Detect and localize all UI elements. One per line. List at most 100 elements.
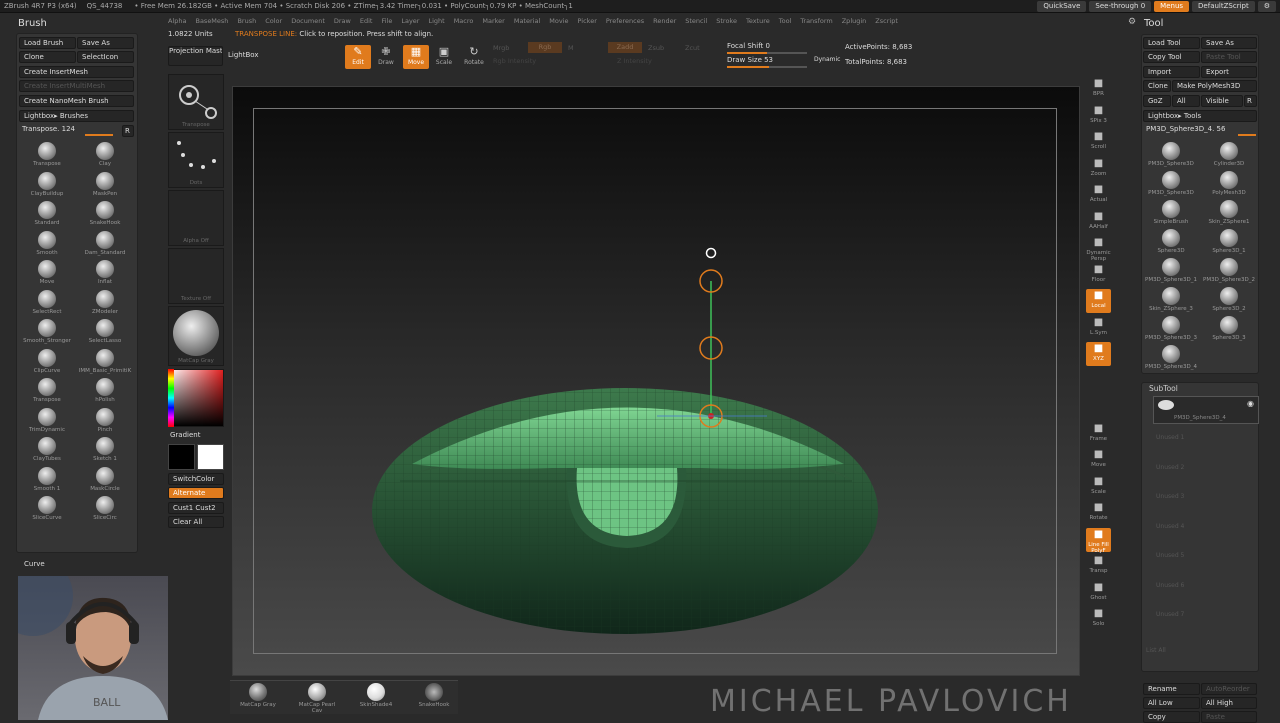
shelf-rotate-button[interactable]: ■ Rotate <box>1086 501 1111 525</box>
tool-pm3d-sphere3d-3[interactable]: PM3D_Sphere3D_3 <box>1144 316 1198 344</box>
tool-pm3d-sphere3d-2[interactable]: PM3D_Sphere3D_2 <box>1202 258 1256 286</box>
subtool-slot-2[interactable]: Unused 2 <box>1156 464 1184 471</box>
menu-item-alpha[interactable]: Alpha <box>168 17 186 25</box>
tool-sphere3d-1[interactable]: Sphere3D_1 <box>1202 229 1256 257</box>
subtool-slot-5[interactable]: Unused 5 <box>1156 552 1184 559</box>
menu-item-marker[interactable]: Marker <box>482 17 504 25</box>
sculpt-canvas[interactable] <box>232 86 1080 676</box>
brush-move[interactable]: Move <box>20 260 74 288</box>
transpose-brush-tile[interactable]: Transpose <box>168 74 224 130</box>
create-insertmultimesh-button[interactable]: Create InsertMultiMesh <box>19 80 134 92</box>
import-button[interactable]: Import <box>1143 66 1200 78</box>
menu-item-layer[interactable]: Layer <box>401 17 419 25</box>
z-intensity-slider[interactable]: Z Intensity <box>617 57 652 65</box>
menu-item-zplugin[interactable]: Zplugin <box>842 17 867 25</box>
rgb-button[interactable]: Rgb <box>528 42 562 53</box>
menu-item-brush[interactable]: Brush <box>237 17 256 25</box>
transpose-end-point[interactable] <box>705 247 717 259</box>
list-all-button[interactable]: List All <box>1146 647 1166 654</box>
brush-maskcircle[interactable]: MaskCircle <box>78 466 132 495</box>
clone-button[interactable]: Clone <box>19 51 76 63</box>
active-subtool-row[interactable]: PM3D_Sphere3D_4 ◉ <box>1153 396 1259 424</box>
focal-shift-slider[interactable]: Focal Shift 0 <box>727 42 770 50</box>
shelf-move-button[interactable]: ■ Move <box>1086 448 1111 472</box>
menu-item-zscript[interactable]: Zscript <box>875 17 898 25</box>
brush-transpose[interactable]: Transpose <box>20 142 74 170</box>
shelf-floor-button[interactable]: ■ Floor <box>1086 263 1111 287</box>
menu-item-movie[interactable]: Movie <box>549 17 568 25</box>
subtool-slot-7[interactable]: Unused 7 <box>1156 611 1184 618</box>
shelf-l-sym-button[interactable]: ■ L.Sym <box>1086 316 1111 340</box>
load-tool-button[interactable]: Load Tool <box>1143 37 1200 49</box>
snakehook-brush[interactable]: SnakeHook <box>414 683 454 708</box>
create-insertmesh-button[interactable]: Create InsertMesh <box>19 66 134 78</box>
export-button[interactable]: Export <box>1201 66 1257 78</box>
shelf-scale-button[interactable]: ■ Scale <box>1086 475 1111 499</box>
shelf-spix-3-button[interactable]: ■ SPix 3 <box>1086 104 1111 128</box>
brush-maskpen[interactable]: MaskPen <box>78 171 132 200</box>
brush-sketch-1[interactable]: Sketch 1 <box>78 437 132 465</box>
brush-smooth-stronger[interactable]: Smooth_Stronger <box>20 319 74 347</box>
menu-item-stencil[interactable]: Stencil <box>685 17 707 25</box>
r-button[interactable]: R <box>122 125 134 137</box>
projection-master-button[interactable]: Projection Master <box>168 46 223 66</box>
menu-item-render[interactable]: Render <box>653 17 676 25</box>
clear-all-button[interactable]: Clear All <box>168 516 224 528</box>
brush-selectrect[interactable]: SelectRect <box>20 289 74 318</box>
menu-item-file[interactable]: File <box>381 17 392 25</box>
subtool-slot-3[interactable]: Unused 3 <box>1156 493 1184 500</box>
lightbox-brushes-button[interactable]: Lightbox▸ Brushes <box>19 110 134 122</box>
focal-shift-track[interactable] <box>727 52 807 54</box>
m-button[interactable]: M <box>568 44 574 52</box>
switchcolor-button[interactable]: SwitchColor <box>168 473 224 485</box>
select-icon-button[interactable]: SelectIcon <box>77 51 134 63</box>
skinshade-material[interactable]: SkinShade4 <box>356 683 396 708</box>
color-picker[interactable] <box>168 369 224 427</box>
shelf-frame-button[interactable]: ■ Frame <box>1086 422 1111 446</box>
texture-off-tile[interactable]: Texture Off <box>168 248 224 304</box>
dynamic-button[interactable]: Dynamic <box>814 56 840 63</box>
brush-slicecirc[interactable]: SliceCirc <box>78 496 132 524</box>
tool-pm3d-sphere3d[interactable]: PM3D_Sphere3D <box>1144 171 1198 199</box>
shelf-ghost-button[interactable]: ■ Ghost <box>1086 581 1111 605</box>
menu-item-stroke[interactable]: Stroke <box>716 17 737 25</box>
menu-item-tool[interactable]: Tool <box>779 17 792 25</box>
subtool-title[interactable]: SubTool <box>1149 384 1178 393</box>
create-nanomesh-button[interactable]: Create NanoMesh Brush <box>19 95 134 107</box>
subtool-slot-4[interactable]: Unused 4 <box>1156 523 1184 530</box>
mesh-model[interactable] <box>372 388 878 634</box>
draw-size-slider[interactable]: Draw Size 53 <box>727 56 773 64</box>
matcap-gray-material[interactable]: MatCap Gray <box>238 683 278 708</box>
brush-slider-bar[interactable] <box>85 134 113 136</box>
draw-button[interactable]: ✙ Draw <box>373 45 399 69</box>
tool-slider-bar[interactable] <box>1238 134 1256 136</box>
zcut-button[interactable]: Zcut <box>685 44 700 52</box>
brush-smooth[interactable]: Smooth <box>20 230 74 259</box>
all-low-button[interactable]: All Low <box>1143 697 1200 709</box>
tool-skin-zsphere-3[interactable]: Skin_ZSphere_3 <box>1144 287 1198 315</box>
menu-item-macro[interactable]: Macro <box>454 17 474 25</box>
eye-icon[interactable]: ◉ <box>1247 399 1254 408</box>
main-color-swatch[interactable] <box>168 444 195 470</box>
brush-inflat[interactable]: Inflat <box>78 260 132 288</box>
tool-simplebrush[interactable]: SimpleBrush <box>1144 200 1198 228</box>
default-zscript-button[interactable]: DefaultZScript <box>1192 1 1255 12</box>
shelf-xyz-button[interactable]: ■ XYZ <box>1086 342 1111 366</box>
menu-item-document[interactable]: Document <box>291 17 325 25</box>
shelf-aahalf-button[interactable]: ■ AAHalf <box>1086 210 1111 234</box>
brush-pinch[interactable]: Pinch <box>78 407 132 436</box>
lightbox-tools-button[interactable]: Lightbox▸ Tools <box>1143 110 1257 122</box>
quicksave-button[interactable]: QuickSave <box>1037 1 1087 12</box>
draw-size-track[interactable] <box>727 66 807 68</box>
shelf-bpr-button[interactable]: ■ BPR <box>1086 77 1111 101</box>
brush-standard[interactable]: Standard <box>20 201 74 229</box>
tool-sphere3d-2[interactable]: Sphere3D_2 <box>1202 287 1256 315</box>
zadd-button[interactable]: Zadd <box>608 42 642 53</box>
cust-buttons[interactable]: Cust1 Cust2 <box>168 502 224 514</box>
shelf-local-button[interactable]: ■ Local <box>1086 289 1111 313</box>
brush-smooth-1[interactable]: Smooth 1 <box>20 466 74 495</box>
brush-clipcurve[interactable]: ClipCurve <box>20 348 74 377</box>
tool-pm3d-sphere3d[interactable]: PM3D_Sphere3D <box>1144 142 1198 170</box>
brush-property-curve[interactable]: Curve <box>24 560 45 568</box>
brush-clay[interactable]: Clay <box>78 142 132 170</box>
